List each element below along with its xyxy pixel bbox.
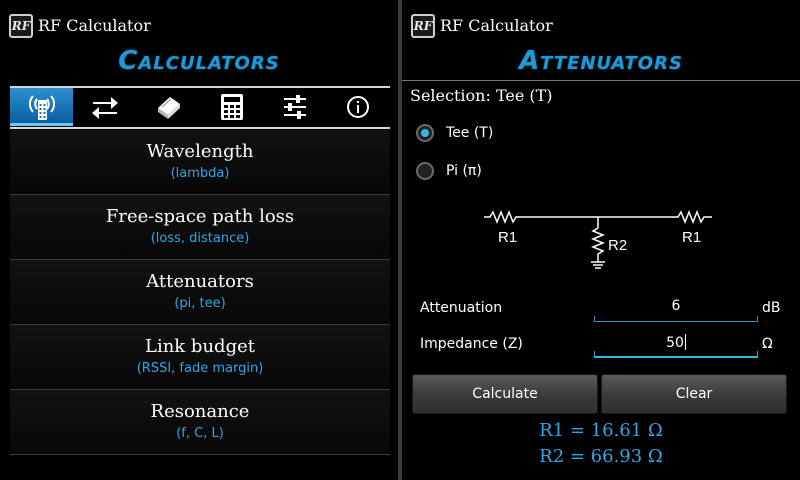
tab-settings[interactable]	[263, 88, 326, 126]
radio-pi[interactable]: Pi (π)	[416, 162, 482, 180]
list-item-path-loss[interactable]: Free-space path loss (loss, distance)	[10, 195, 390, 260]
divider	[10, 127, 390, 129]
label-r2: R2	[608, 237, 627, 254]
clear-button[interactable]: Clear	[601, 374, 787, 414]
tab-convert[interactable]	[73, 88, 136, 126]
radio-button[interactable]	[416, 124, 434, 142]
impedance-label: Impedance (Z)	[420, 336, 523, 352]
radio-label: Pi (π)	[446, 163, 482, 179]
attenuation-unit: dB	[762, 300, 781, 316]
page-title: Calculators	[118, 46, 280, 76]
attenuators-screen: RF RF Calculator Attenuators Selection: …	[402, 0, 800, 480]
list-item-link-budget[interactable]: Link budget (RSSI, fade margin)	[10, 325, 390, 390]
item-subtitle: (lambda)	[170, 166, 230, 181]
impedance-value: 50	[666, 335, 684, 351]
result-r1: R1 = 16.61 Ω	[539, 420, 663, 441]
item-subtitle: (f, C, L)	[176, 426, 224, 441]
item-title: Wavelength	[146, 141, 254, 162]
label-r1-right: R1	[682, 229, 701, 246]
book-icon	[158, 97, 181, 119]
tab-reference[interactable]	[137, 88, 200, 126]
impedance-unit: Ω	[762, 336, 773, 352]
attenuation-value: 6	[671, 298, 681, 314]
convert-arrows-icon	[91, 97, 118, 119]
calculator-list: Wavelength (lambda) Free-space path loss…	[10, 130, 390, 455]
item-subtitle: (RSSI, fade margin)	[136, 361, 264, 376]
radio-tee[interactable]: Tee (T)	[416, 124, 493, 142]
app-bar: RF RF Calculator	[402, 0, 800, 46]
impedance-input[interactable]: 50	[594, 330, 758, 358]
item-subtitle: (loss, distance)	[150, 231, 250, 246]
result-r2: R2 = 66.93 Ω	[539, 446, 663, 467]
calculate-button[interactable]: Calculate	[412, 374, 598, 414]
app-logo: RF	[9, 14, 33, 38]
calculator-icon	[220, 94, 243, 120]
radio-button[interactable]	[416, 162, 434, 180]
app-logo: RF	[411, 14, 435, 38]
list-item-wavelength[interactable]: Wavelength (lambda)	[10, 130, 390, 195]
app-title: RF Calculator	[38, 16, 151, 35]
attenuation-input[interactable]: 6	[594, 294, 758, 322]
item-title: Free-space path loss	[105, 206, 295, 227]
item-subtitle: (pi, tee)	[174, 296, 226, 311]
app-bar: RF RF Calculator	[0, 0, 398, 46]
item-title: Resonance	[150, 401, 250, 422]
radio-label: Tee (T)	[446, 125, 494, 141]
tab-info[interactable]	[327, 88, 390, 126]
info-icon	[347, 96, 370, 118]
antenna-icon	[28, 94, 55, 120]
text-caret	[684, 334, 686, 350]
tee-schematic: R1 R2 R1	[484, 209, 712, 269]
item-title: Attenuators	[146, 271, 254, 292]
list-item-attenuators[interactable]: Attenuators (pi, tee)	[10, 260, 390, 325]
item-title: Link budget	[145, 336, 255, 357]
label-r1-left: R1	[498, 229, 517, 246]
calculators-screen: RF RF Calculator Calculators Wavelength …	[0, 0, 398, 480]
page-title: Attenuators	[519, 46, 683, 76]
app-title: RF Calculator	[440, 16, 553, 35]
selection-label: Selection: Tee (T)	[410, 86, 553, 105]
attenuation-label: Attenuation	[420, 300, 503, 316]
sliders-icon	[283, 95, 306, 119]
tab-bar	[10, 88, 390, 126]
list-item-resonance[interactable]: Resonance (f, C, L)	[10, 390, 390, 455]
divider	[402, 80, 800, 81]
tab-antenna[interactable]	[10, 88, 74, 126]
tab-calculator[interactable]	[200, 88, 263, 126]
